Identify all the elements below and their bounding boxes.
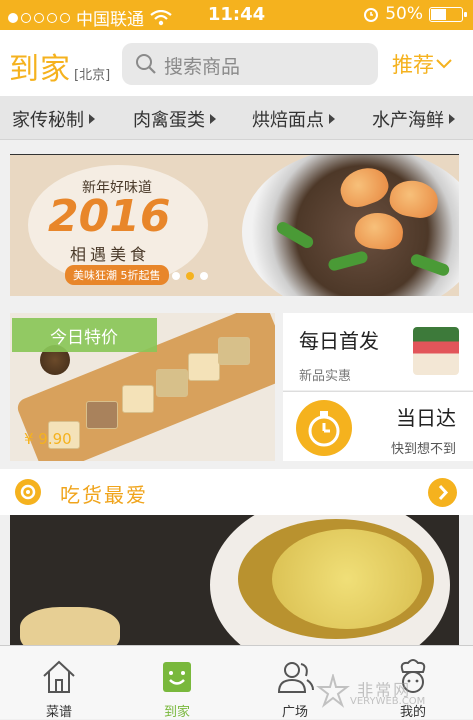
chevron-down-icon bbox=[436, 59, 452, 69]
watermark-logo-icon bbox=[316, 672, 350, 708]
new-arrivals-subtitle: 新品实惠 bbox=[299, 369, 352, 384]
favorites-icon bbox=[15, 479, 41, 505]
favorites-title: 吃货最爱 bbox=[60, 483, 148, 507]
promo-banner[interactable]: 新年好味道 2016 相遇美食 美味狂潮 5折起售 bbox=[10, 154, 459, 296]
daily-special-tag: 今日特价 bbox=[12, 318, 157, 352]
status-bar: 中国联通 11:44 50% bbox=[0, 0, 473, 30]
carousel-dot-active[interactable] bbox=[186, 272, 194, 280]
search-input[interactable]: 搜索商品 bbox=[122, 43, 378, 85]
favorites-feature-image[interactable] bbox=[10, 515, 459, 645]
city-selector[interactable]: [北京] bbox=[74, 64, 110, 83]
app-header: 到家 [北京] 搜索商品 推荐 bbox=[0, 30, 473, 96]
favorites-header: 吃货最爱 bbox=[0, 469, 473, 515]
category-item[interactable]: 家传秘制 bbox=[12, 106, 95, 132]
stopwatch-icon bbox=[296, 400, 352, 456]
alarm-icon bbox=[364, 8, 379, 22]
status-right: 50% bbox=[363, 4, 467, 24]
pastry-image bbox=[86, 401, 118, 429]
custard-image bbox=[272, 529, 422, 629]
favorites-more-button[interactable] bbox=[428, 478, 457, 507]
pastry-image bbox=[218, 337, 250, 365]
cake-image bbox=[413, 327, 459, 375]
category-item[interactable]: 烘焙面点 bbox=[252, 106, 335, 132]
new-arrivals-card[interactable]: 每日首发 新品实惠 bbox=[283, 313, 473, 390]
watermark-url: VERYWEB.COM bbox=[350, 696, 426, 707]
same-day-subtitle: 快到想不到 bbox=[391, 442, 457, 457]
app-logo: 到家 bbox=[9, 52, 71, 87]
caret-right-icon bbox=[210, 114, 216, 124]
users-icon bbox=[277, 662, 314, 693]
pastry-image bbox=[122, 385, 154, 413]
pastry-image bbox=[188, 353, 220, 381]
category-item[interactable]: 水产海鲜 bbox=[372, 106, 455, 132]
tab-label: 到家 bbox=[163, 705, 190, 720]
new-arrivals-title: 每日首发 bbox=[299, 329, 379, 353]
search-placeholder: 搜索商品 bbox=[164, 56, 241, 78]
home-icon bbox=[43, 660, 75, 693]
banner-discount-pill: 美味狂潮 5折起售 bbox=[65, 265, 169, 285]
smile-bag-icon bbox=[163, 662, 191, 692]
daily-special-card[interactable]: 今日特价 ¥ 9.90 bbox=[10, 313, 275, 461]
battery-icon bbox=[429, 6, 467, 22]
recommend-dropdown[interactable]: 推荐 bbox=[392, 49, 452, 79]
category-bar: 家传秘制 肉禽蛋类 烘焙面点 水产海鲜 bbox=[0, 96, 473, 140]
banner-subtitle: 相遇美食 bbox=[70, 245, 151, 264]
carousel-dot[interactable] bbox=[172, 272, 180, 280]
caret-right-icon bbox=[329, 114, 335, 124]
search-icon bbox=[136, 54, 156, 74]
ginger-image bbox=[20, 607, 120, 645]
battery-percent: 50% bbox=[385, 4, 423, 24]
category-item[interactable]: 肉禽蛋类 bbox=[133, 106, 216, 132]
daily-special-price: ¥ 9.90 bbox=[24, 430, 72, 448]
recommend-label: 推荐 bbox=[392, 53, 434, 77]
carousel-dot[interactable] bbox=[200, 272, 208, 280]
chevron-right-icon bbox=[438, 484, 449, 501]
tab-home-delivery[interactable]: 到家 bbox=[118, 646, 236, 720]
caret-right-icon bbox=[89, 114, 95, 124]
tab-recipes[interactable]: 菜谱 bbox=[0, 646, 118, 720]
caret-right-icon bbox=[449, 114, 455, 124]
pastry-image bbox=[156, 369, 188, 397]
tab-label: 菜谱 bbox=[45, 705, 72, 720]
same-day-delivery-card[interactable]: 当日达 快到想不到 bbox=[283, 391, 473, 461]
same-day-title: 当日达 bbox=[396, 406, 456, 430]
banner-year: 2016 bbox=[48, 191, 171, 242]
